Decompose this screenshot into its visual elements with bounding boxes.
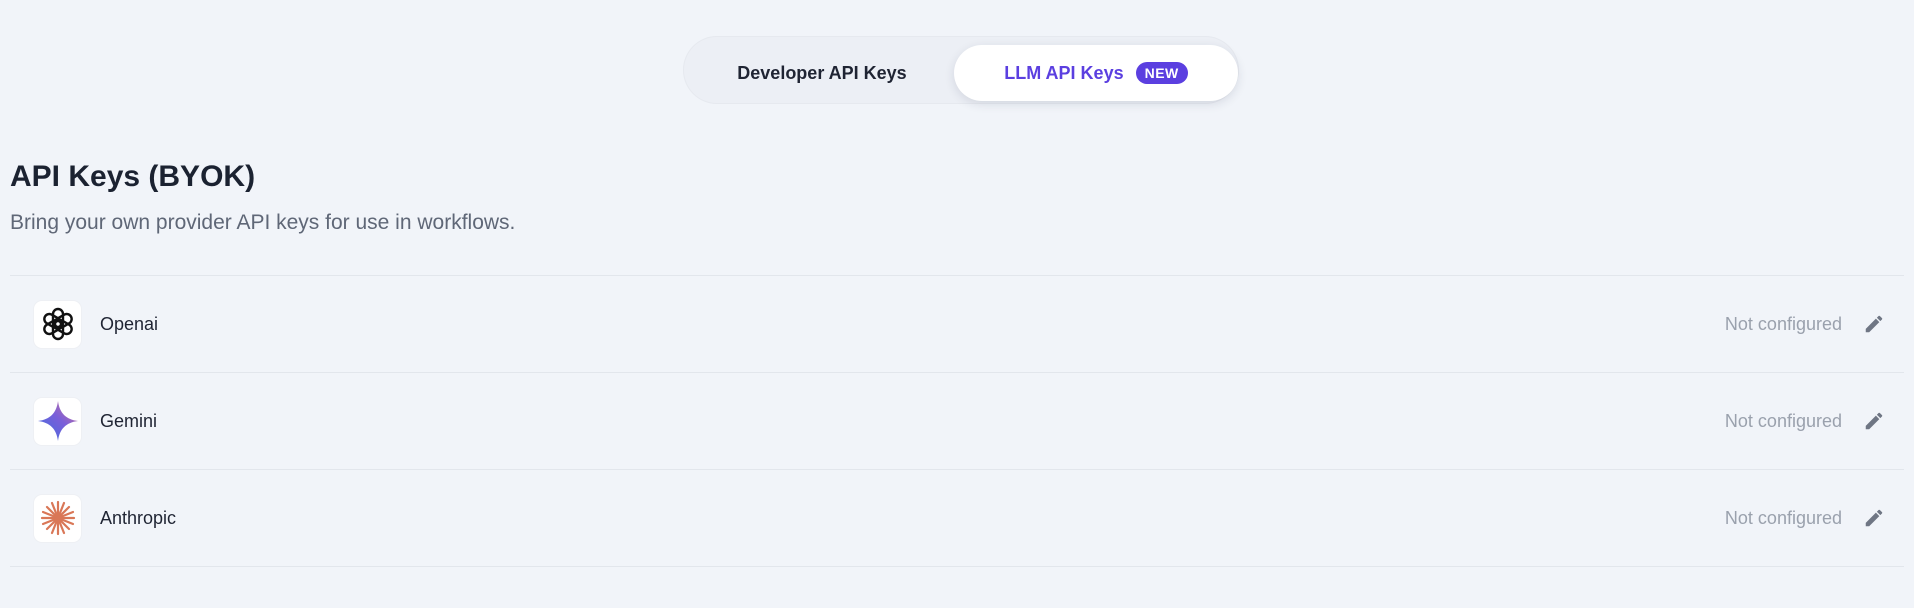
edit-openai-button[interactable] [1858, 308, 1890, 340]
new-badge: NEW [1135, 62, 1188, 84]
tab-developer-label: Developer API Keys [737, 62, 907, 83]
anthropic-logo-icon [34, 494, 81, 542]
openai-logo-icon [34, 300, 81, 348]
provider-row-gemini: Gemini Not configured [10, 373, 1904, 470]
pencil-icon [1865, 412, 1883, 430]
provider-name: Anthropic [100, 507, 177, 528]
provider-name: Gemini [100, 410, 158, 431]
provider-status: Not configured [1724, 410, 1842, 431]
pencil-icon [1865, 315, 1883, 333]
provider-name: Openai [100, 313, 159, 334]
tab-developer-api-keys[interactable]: Developer API Keys [695, 45, 949, 101]
pencil-icon [1865, 509, 1883, 527]
edit-anthropic-button[interactable] [1858, 502, 1890, 534]
provider-row-openai: Openai Not configured [10, 276, 1904, 373]
provider-list: Openai Not configured Gemini Not configu… [10, 275, 1904, 567]
gemini-logo-icon [34, 397, 81, 445]
provider-status: Not configured [1724, 507, 1842, 528]
page-title: API Keys (BYOK) [10, 160, 256, 193]
tab-llm-api-keys[interactable]: LLM API Keys NEW [954, 45, 1238, 101]
provider-row-anthropic: Anthropic Not configured [10, 470, 1904, 567]
page-subtitle: Bring your own provider API keys for use… [10, 211, 516, 234]
tab-llm-label: LLM API Keys [1004, 62, 1124, 83]
provider-status: Not configured [1724, 313, 1842, 334]
edit-gemini-button[interactable] [1858, 405, 1890, 437]
tab-switcher: Developer API Keys LLM API Keys NEW [683, 36, 1239, 104]
